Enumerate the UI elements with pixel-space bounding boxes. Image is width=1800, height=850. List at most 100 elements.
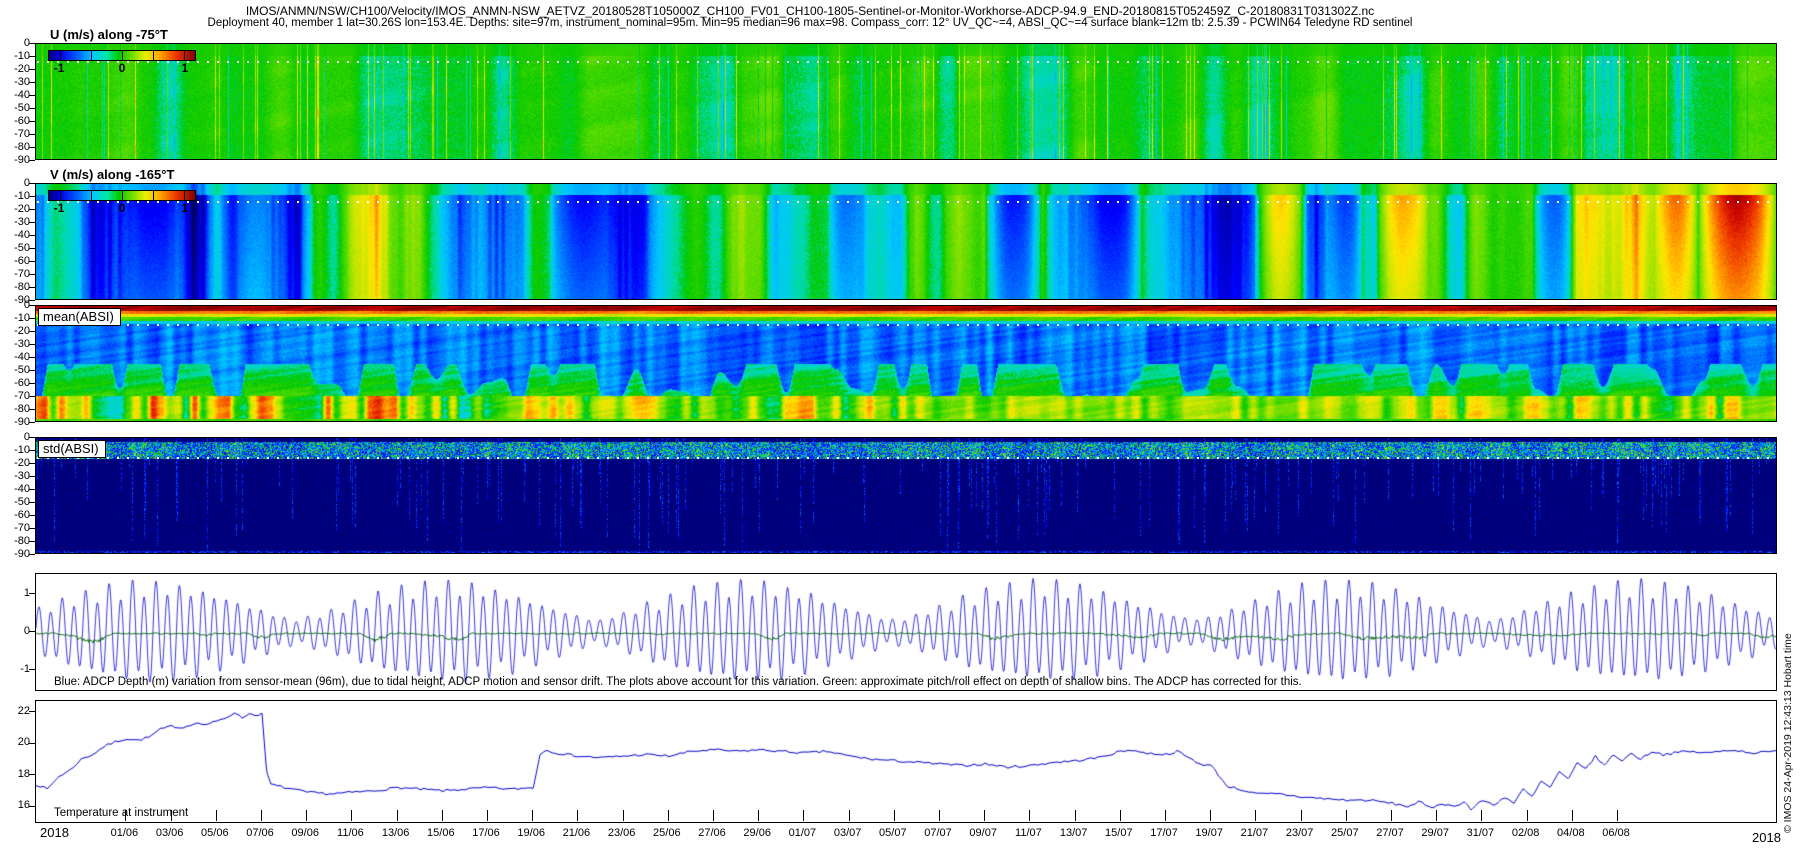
y-tick-label: -70 (14, 267, 30, 280)
y-tick-label: -20 (14, 62, 30, 75)
y-tick-mark (29, 318, 35, 319)
panel-std-absi-heatmap: std(ABSI) (35, 437, 1777, 554)
x-tick-mark (1165, 810, 1166, 821)
y-tick-label: -50 (14, 363, 30, 376)
x-tick-mark (1300, 810, 1302, 821)
x-tick-mark (441, 810, 443, 821)
x-tick-mark (1391, 810, 1392, 821)
x-axis-year-left: 2018 (40, 825, 69, 840)
x-tick-mark (713, 810, 714, 821)
y-tick-label: 18 (17, 767, 30, 780)
y-tick-mark (29, 196, 35, 197)
y-tick-mark (29, 121, 35, 122)
colorbar-tick-label: -1 (53, 201, 65, 215)
y-tick-label: -60 (14, 508, 30, 521)
y-tick-label: -30 (14, 75, 30, 88)
y-tick-label: -20 (14, 324, 30, 337)
x-tick-mark (1345, 810, 1347, 821)
y-tick-mark (29, 69, 35, 70)
y-tick-label: -40 (14, 88, 30, 101)
x-tick-mark (667, 810, 669, 821)
u-colorbar-labels: -1 0 1 (48, 61, 196, 75)
x-tick-mark (758, 810, 760, 821)
y-tick-mark (29, 261, 35, 262)
surface-sidelobe-dotted-line (37, 457, 1775, 459)
x-tick-mark (1526, 810, 1528, 821)
y-tick-mark (29, 437, 35, 438)
y-tick-mark (29, 805, 35, 807)
x-tick-mark (577, 810, 579, 821)
y-tick-mark (29, 287, 35, 288)
y-tick-mark (29, 476, 35, 477)
y-tick-mark (29, 147, 35, 148)
x-tick-mark (1436, 810, 1438, 821)
panel-mean-absi-title: mean(ABSI) (38, 308, 121, 326)
y-tick-mark (29, 183, 35, 184)
y-tick-label: -40 (14, 350, 30, 363)
x-date-label: 06/08 (1602, 827, 1630, 839)
y-tick-mark (29, 396, 35, 397)
u-colorbar (48, 50, 196, 61)
y-tick-mark (29, 134, 35, 135)
adcp-summary-figure: IMOS/ANMN/NSW/CH100/Velocity/IMOS_ANMN-N… (0, 0, 1800, 850)
y-tick-label: -60 (14, 254, 30, 267)
y-tick-label: -50 (14, 495, 30, 508)
y-tick-label: 0 (23, 430, 30, 443)
y-tick-mark (29, 209, 35, 210)
depth-variation-canvas (36, 574, 1776, 690)
x-axis-year-right: 2018 (1752, 830, 1781, 845)
y-tick-label: -70 (14, 389, 30, 402)
y-tick-mark (29, 463, 35, 464)
depth-variation-note: Blue: ADCP Depth (m) variation from sens… (54, 676, 1302, 688)
y-tick-mark (29, 554, 35, 555)
y-tick-mark (29, 409, 35, 410)
x-tick-mark (351, 810, 353, 821)
x-tick-mark (1571, 810, 1573, 821)
panel-depth-variation: Blue: ADCP Depth (m) variation from sens… (35, 573, 1777, 691)
x-tick-mark (1119, 810, 1121, 821)
x-tick-mark (984, 810, 986, 821)
x-tick-mark (261, 810, 262, 821)
panel-u-velocity-heatmap: -1 0 1 (35, 43, 1777, 160)
panel-temperature: Temperature at instrument (35, 700, 1777, 823)
y-tick-mark (29, 742, 35, 744)
y-tick-mark (29, 235, 35, 236)
y-tick-label: -60 (14, 114, 30, 127)
x-tick-mark (622, 810, 624, 821)
y-tick-label: -10 (14, 443, 30, 456)
v-colorbar-labels: -1 0 1 (48, 201, 196, 215)
y-tick-label: -30 (14, 215, 30, 228)
y-tick-mark (29, 528, 35, 529)
y-tick-mark (29, 43, 35, 44)
y-tick-label: 1 (23, 586, 30, 599)
std-absi-heatmap-canvas (36, 438, 1776, 553)
x-tick-mark (939, 810, 940, 821)
colorbar-tick-label: 0 (118, 201, 126, 215)
y-tick-mark (29, 248, 35, 249)
y-tick-label: 16 (17, 799, 30, 811)
x-tick-mark (1074, 810, 1076, 821)
x-tick-mark (848, 810, 850, 821)
y-tick-mark (29, 502, 35, 503)
y-tick-label: -40 (14, 228, 30, 241)
y-tick-mark (29, 422, 35, 423)
y-tick-mark (29, 108, 35, 109)
y-tick-label: -80 (14, 402, 30, 415)
x-tick-mark (1029, 810, 1031, 821)
y-tick-label: -10 (14, 189, 30, 202)
x-tick-mark (396, 810, 398, 821)
panel-std-absi-title: std(ABSI) (38, 440, 106, 458)
y-tick-label: -60 (14, 376, 30, 389)
y-tick-mark (29, 450, 35, 451)
surface-sidelobe-dotted-line (37, 201, 1775, 203)
y-tick-mark (29, 711, 35, 712)
y-tick-label: -90 (14, 153, 30, 166)
y-tick-mark (29, 95, 35, 96)
v-colorbar (48, 190, 196, 201)
y-tick-label: -30 (14, 337, 30, 350)
y-tick-mark (29, 541, 35, 542)
y-tick-label: -40 (14, 482, 30, 495)
y-tick-label: -1 (20, 662, 30, 675)
y-tick-label: -20 (14, 202, 30, 215)
panel-mean-absi-heatmap: mean(ABSI) (35, 305, 1777, 422)
